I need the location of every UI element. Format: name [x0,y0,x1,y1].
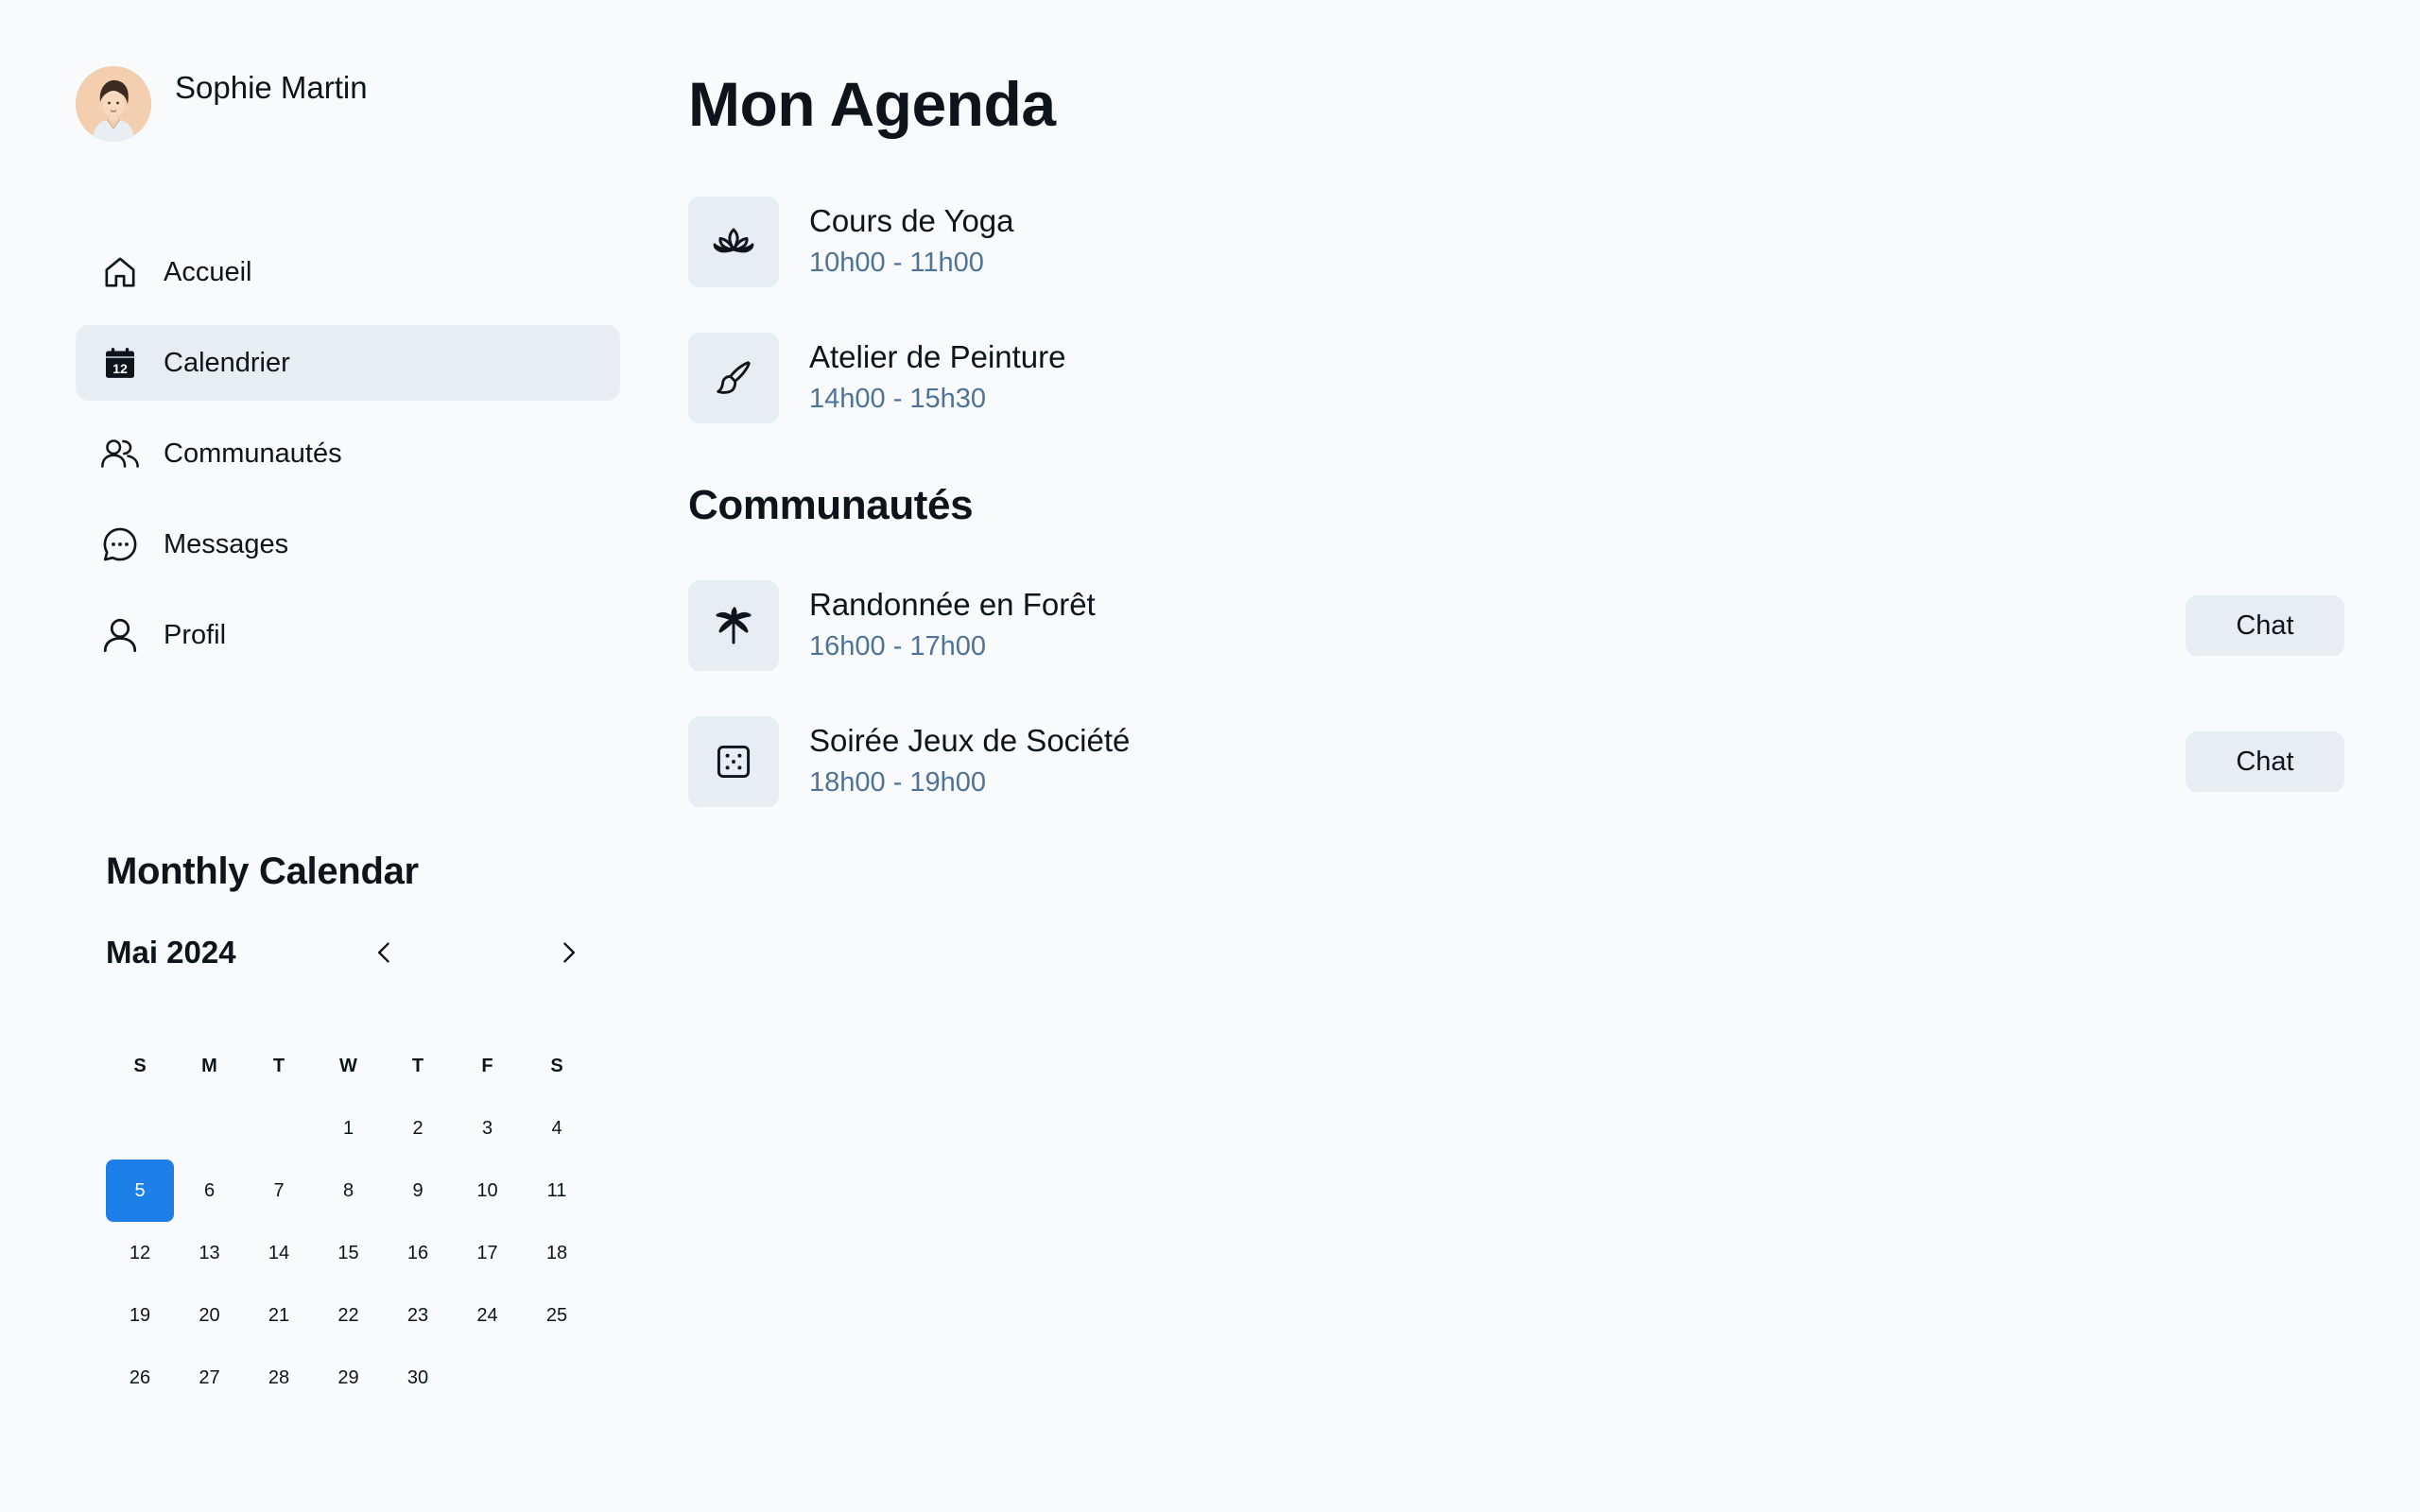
sidebar-item-label: Calendrier [164,347,290,378]
calendar-weekday: T [272,1055,285,1076]
event-text: Atelier de Peinture 14h00 - 15h30 [809,338,1066,418]
calendar-icon-badge: 12 [112,362,128,377]
agenda-event[interactable]: Cours de Yoga 10h00 - 11h00 [688,197,2344,287]
calendar-month-label: Mai 2024 [106,935,236,970]
paintbrush-icon [688,333,779,423]
chat-button[interactable]: Chat [2186,595,2344,656]
chevron-left-icon[interactable] [363,931,406,974]
sidebar: Sophie Martin Accueil 12 Calendrier Comm… [76,66,620,673]
calendar-day[interactable]: 2 [384,1097,452,1160]
sidebar-item-calendrier[interactable]: 12 Calendrier [76,325,620,401]
calendar-title: Monthly Calendar [106,850,419,892]
calendar-empty-cell [176,1097,244,1160]
sidebar-item-messages[interactable]: Messages [76,507,620,582]
event-time: 14h00 - 15h30 [809,384,987,414]
calendar-day[interactable]: 10 [454,1160,522,1222]
event-time: 10h00 - 11h00 [809,248,984,278]
page-title: Mon Agenda [688,69,1056,139]
sidebar-item-label: Profil [164,619,227,650]
lotus-icon [688,197,779,287]
calendar-day[interactable]: 26 [106,1347,174,1409]
community-event[interactable]: Randonnée en Forêt 16h00 - 17h00 Chat [688,580,2344,671]
calendar-day[interactable]: 4 [523,1097,591,1160]
calendar-day[interactable]: 9 [384,1160,452,1222]
calendar-day[interactable]: 8 [315,1160,383,1222]
calendar-day[interactable]: 16 [384,1222,452,1284]
sidebar-item-accueil[interactable]: Accueil [76,234,620,310]
calendar-day[interactable]: 28 [245,1347,313,1409]
chat-bubble-icon [99,524,141,565]
calendar-weekday: W [339,1055,357,1076]
calendar-day[interactable]: 30 [384,1347,452,1409]
event-name: Cours de Yoga [809,203,1014,238]
chat-button[interactable]: Chat [2186,731,2344,792]
calendar-day[interactable]: 29 [315,1347,383,1409]
calendar-day[interactable]: 1 [315,1097,383,1160]
sidebar-item-label: Communautés [164,438,342,469]
calendar-day[interactable]: 21 [245,1284,313,1347]
sidebar-item-label: Messages [164,528,289,559]
event-text: Cours de Yoga 10h00 - 11h00 [809,202,1014,282]
calendar-nav [363,931,590,974]
users-icon [99,433,141,474]
sidebar-item-profil[interactable]: Profil [76,597,620,673]
event-name: Atelier de Peinture [809,339,1066,374]
calendar-weekday: M [201,1055,217,1076]
calendar-day-selected[interactable]: 5 [106,1160,174,1222]
user-profile[interactable]: Sophie Martin [76,66,620,146]
calendar-day[interactable]: 15 [315,1222,383,1284]
calendar-weekday: S [133,1055,147,1076]
user-icon [99,614,141,656]
calendar-day[interactable]: 6 [176,1160,244,1222]
event-text: Soirée Jeux de Société 18h00 - 19h00 [809,722,1130,801]
calendar-day[interactable]: 18 [523,1222,591,1284]
palm-tree-icon [688,580,779,671]
calendar-day[interactable]: 22 [315,1284,383,1347]
event-name: Randonnée en Forêt [809,587,1096,622]
calendar-day[interactable]: 23 [384,1284,452,1347]
sidebar-item-label: Accueil [164,256,252,287]
calendar-day[interactable]: 27 [176,1347,244,1409]
calendar-empty-cell [106,1097,174,1160]
sidebar-item-communautes[interactable]: Communautés [76,416,620,491]
communities-title: Communautés [688,482,974,528]
calendar-day[interactable]: 25 [523,1284,591,1347]
calendar-day[interactable]: 13 [176,1222,244,1284]
user-name: Sophie Martin [175,70,368,105]
calendar-day[interactable]: 20 [176,1284,244,1347]
event-name: Soirée Jeux de Société [809,723,1131,758]
monthly-calendar: Monthly Calendar Mai 2024 SMTWTFS1234567… [106,850,590,1409]
calendar-weekday: T [411,1055,424,1076]
calendar-icon: 12 [99,342,141,384]
agenda-event[interactable]: Atelier de Peinture 14h00 - 15h30 [688,333,2344,423]
home-icon [99,251,141,293]
calendar-day[interactable]: 19 [106,1284,174,1347]
calendar-day[interactable]: 24 [454,1284,522,1347]
calendar-day[interactable]: 12 [106,1222,174,1284]
calendar-day[interactable]: 7 [245,1160,313,1222]
event-time: 18h00 - 19h00 [809,767,987,798]
event-time: 16h00 - 17h00 [809,631,987,662]
event-text: Randonnée en Forêt 16h00 - 17h00 [809,586,1096,665]
community-event[interactable]: Soirée Jeux de Société 18h00 - 19h00 Cha… [688,716,2344,807]
calendar-weekday: S [550,1055,563,1076]
calendar-grid: S M T W T F S 1 2 3 4 5 6 7 8 9 10 11 12 13 14 15 16 17 18 19 20 21… [106,1035,590,1409]
calendar-day[interactable]: 3 [454,1097,522,1160]
calendar-weekday: F [481,1055,493,1076]
avatar[interactable] [76,66,151,142]
calendar-empty-cell [245,1097,313,1160]
calendar-header: Mai 2024 [106,931,590,974]
dice-icon [688,716,779,807]
chevron-right-icon[interactable] [546,931,590,974]
calendar-day[interactable]: 14 [245,1222,313,1284]
calendar-day[interactable]: 17 [454,1222,522,1284]
calendar-day[interactable]: 11 [523,1160,591,1222]
sidebar-nav: Accueil 12 Calendrier Communautés Messag… [76,234,620,673]
